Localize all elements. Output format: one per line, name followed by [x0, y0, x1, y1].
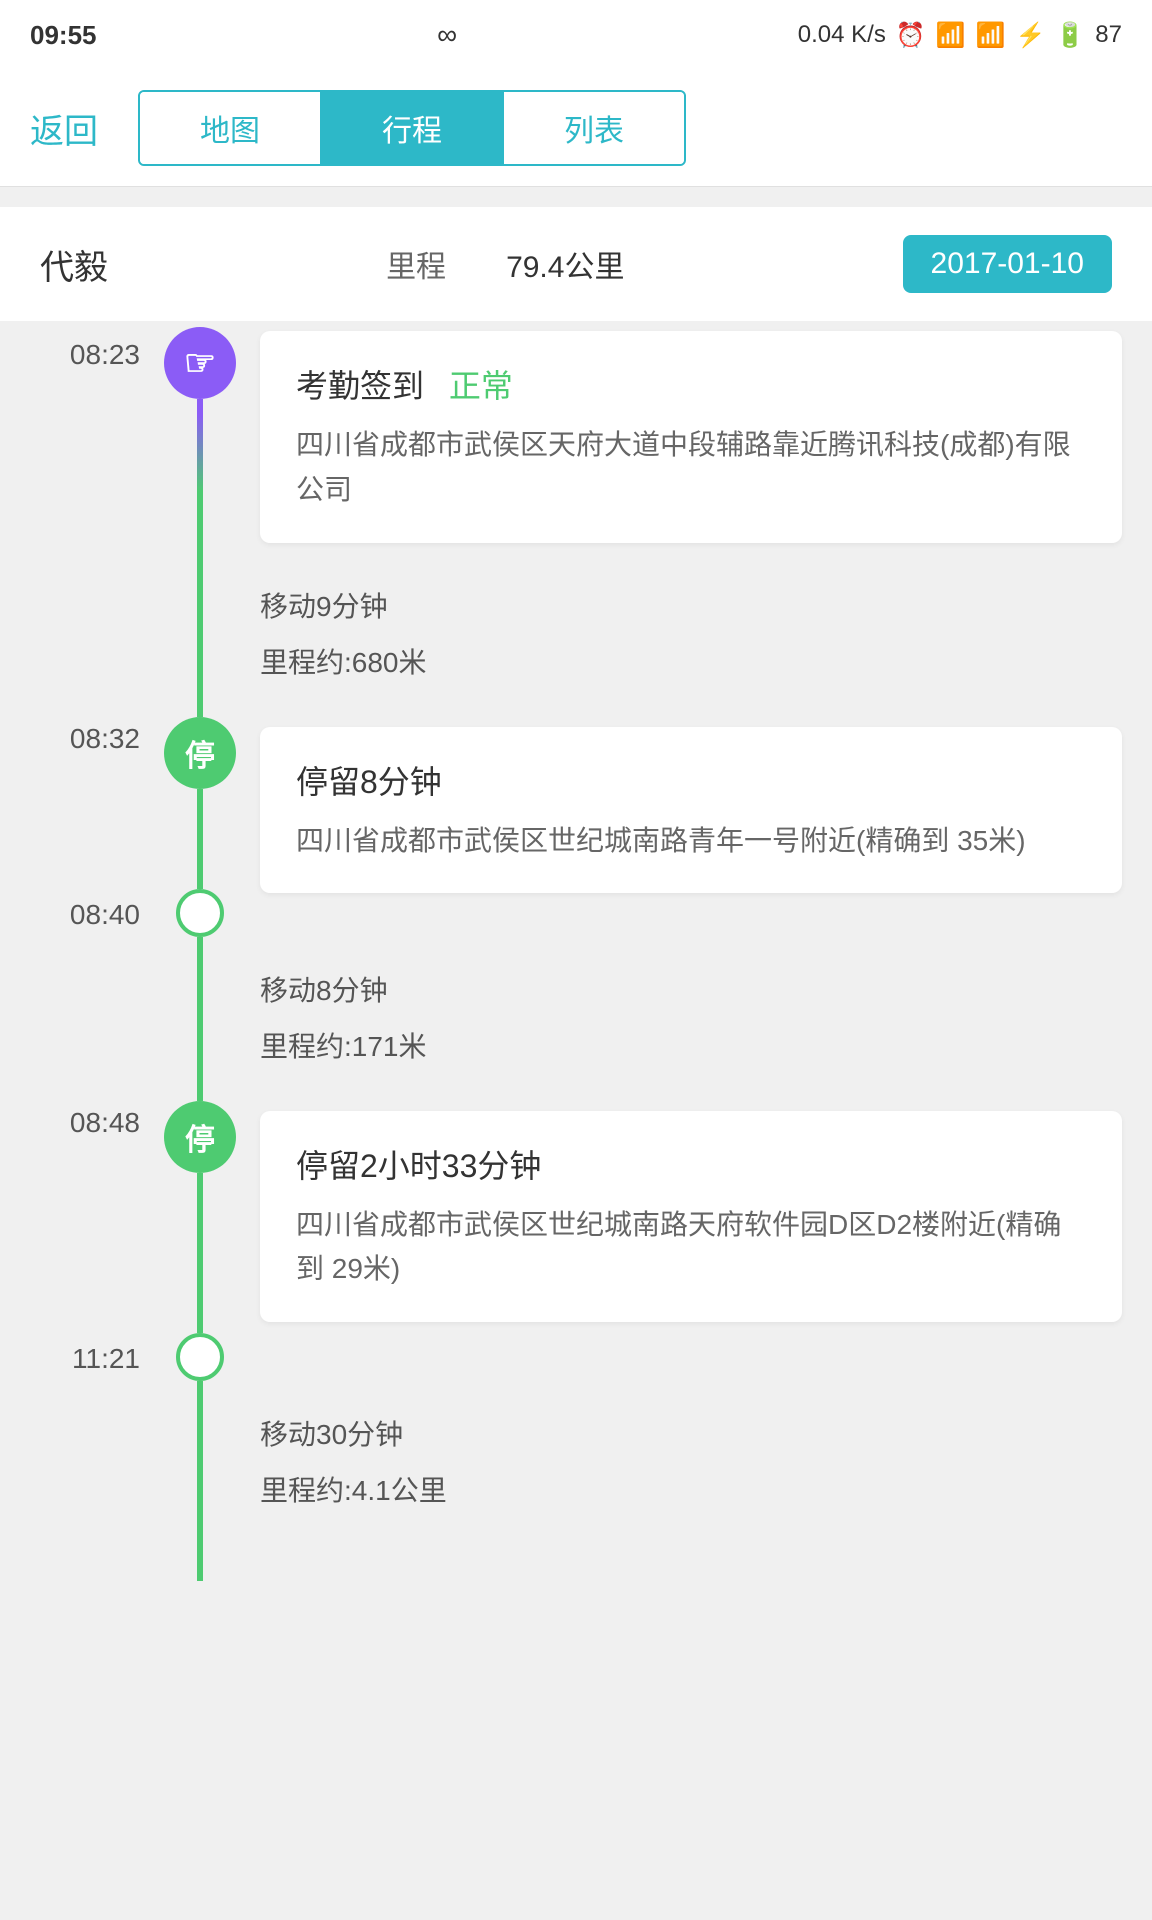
move-duration-3: 移动30分钟: [260, 1407, 1122, 1463]
stop-node-2-end: [176, 1333, 224, 1381]
status-infinite-icon: ∞: [437, 19, 457, 51]
stop-node-1-end: [176, 889, 224, 937]
battery-icon: 🔋: [1055, 21, 1085, 50]
move-duration-1: 移动9分钟: [260, 579, 1122, 635]
distance-value: 79.4公里: [506, 242, 624, 286]
checkin-status: 正常: [449, 368, 513, 404]
tab-group: 地图 行程 列表: [138, 90, 686, 166]
event-checkin: 08:23 ☞ 考勤签到 正常 四川省成都市武侯区天府大道中段辅路靠近腾讯科技(…: [0, 321, 1152, 553]
status-right: 0.04 K/s ⏰ 📶 📶 ⚡ 🔋 87: [798, 21, 1122, 50]
stop-card-1: 停留8分钟 四川省成都市武侯区世纪城南路青年一号附近(精确到 35米): [260, 727, 1122, 894]
distance-label: 里程: [386, 242, 446, 286]
checkin-address: 四川省成都市武侯区天府大道中段辅路靠近腾讯科技(成都)有限公司: [296, 423, 1086, 513]
stop-node-2: 停: [164, 1101, 236, 1173]
move-card-3: 移动30分钟 里程约:4.1公里: [260, 1397, 1122, 1529]
time-1121: 11:21: [72, 1343, 140, 1375]
stop-card-col-1: 停留8分钟 四川省成都市武侯区世纪城南路青年一号附近(精确到 35米): [240, 717, 1152, 937]
battery-level: 87: [1095, 21, 1122, 49]
driver-name: 代毅: [40, 240, 108, 289]
move-distance-2: 里程约:171米: [260, 1019, 1122, 1075]
tab-trip[interactable]: 行程: [322, 92, 504, 164]
info-bar: 代毅 里程 79.4公里 2017-01-10: [0, 207, 1152, 321]
move-card-2: 移动8分钟 里程约:171米: [260, 953, 1122, 1085]
status-bar: 09:55 ∞ 0.04 K/s ⏰ 📶 📶 ⚡ 🔋 87: [0, 0, 1152, 70]
checkin-card: 考勤签到 正常 四川省成都市武侯区天府大道中段辅路靠近腾讯科技(成都)有限公司: [260, 331, 1122, 543]
lightning-icon: ⚡: [1016, 21, 1046, 50]
move-duration-2: 移动8分钟: [260, 963, 1122, 1019]
move-distance-3: 里程约:4.1公里: [260, 1463, 1122, 1519]
time-0848: 08:48: [70, 1107, 140, 1139]
top-nav: 返回 地图 行程 列表: [0, 70, 1152, 187]
stop-node-1: 停: [164, 717, 236, 789]
event-stop-1: 08:32 08:40 停 停留8分钟 四川省成都市武侯区世纪城南路青年一号附近…: [0, 717, 1152, 937]
wifi-icon: 📶: [936, 21, 966, 50]
stop-card-col-2: 停留2小时33分钟 四川省成都市武侯区世纪城南路天府软件园D区D2楼附近(精确到…: [240, 1101, 1152, 1381]
move-distance-1: 里程约:680米: [260, 635, 1122, 691]
tab-map[interactable]: 地图: [140, 92, 322, 164]
clock-icon: ⏰: [896, 21, 926, 50]
move-card-1: 移动9分钟 里程约:680米: [260, 569, 1122, 701]
checkin-card-col: 考勤签到 正常 四川省成都市武侯区天府大道中段辅路靠近腾讯科技(成都)有限公司: [240, 321, 1152, 553]
signal-icon: 📶: [976, 21, 1006, 50]
network-speed: 0.04 K/s: [798, 21, 886, 49]
status-time: 09:55: [30, 20, 97, 51]
stop-title-1: 停留8分钟: [296, 757, 1086, 803]
date-badge: 2017-01-10: [903, 235, 1112, 293]
move-1: 移动9分钟 里程约:680米: [0, 553, 1152, 717]
time-0840: 08:40: [70, 899, 140, 931]
stop-title-2: 停留2小时33分钟: [296, 1141, 1086, 1187]
back-button[interactable]: 返回: [30, 104, 98, 153]
timeline-container: 08:23 ☞ 考勤签到 正常 四川省成都市武侯区天府大道中段辅路靠近腾讯科技(…: [0, 321, 1152, 1641]
move-3: 移动30分钟 里程约:4.1公里: [0, 1381, 1152, 1581]
event-stop-2: 08:48 11:21 停 停留2小时33分钟 四川省成都市武侯区世纪城南路天府…: [0, 1101, 1152, 1381]
stop-addr-2: 四川省成都市武侯区世纪城南路天府软件园D区D2楼附近(精确到 29米): [296, 1203, 1086, 1293]
tab-list[interactable]: 列表: [504, 92, 684, 164]
move-2: 移动8分钟 里程约:171米: [0, 937, 1152, 1101]
checkin-title: 考勤签到 正常: [296, 361, 1086, 407]
time-0823: 08:23: [70, 339, 140, 371]
stop-addr-1: 四川省成都市武侯区世纪城南路青年一号附近(精确到 35米): [296, 819, 1086, 864]
stop-card-2: 停留2小时33分钟 四川省成都市武侯区世纪城南路天府软件园D区D2楼附近(精确到…: [260, 1111, 1122, 1323]
checkin-node: ☞: [164, 327, 236, 399]
fingerprint-icon: ☞: [184, 342, 216, 384]
time-0832: 08:32: [70, 723, 140, 755]
